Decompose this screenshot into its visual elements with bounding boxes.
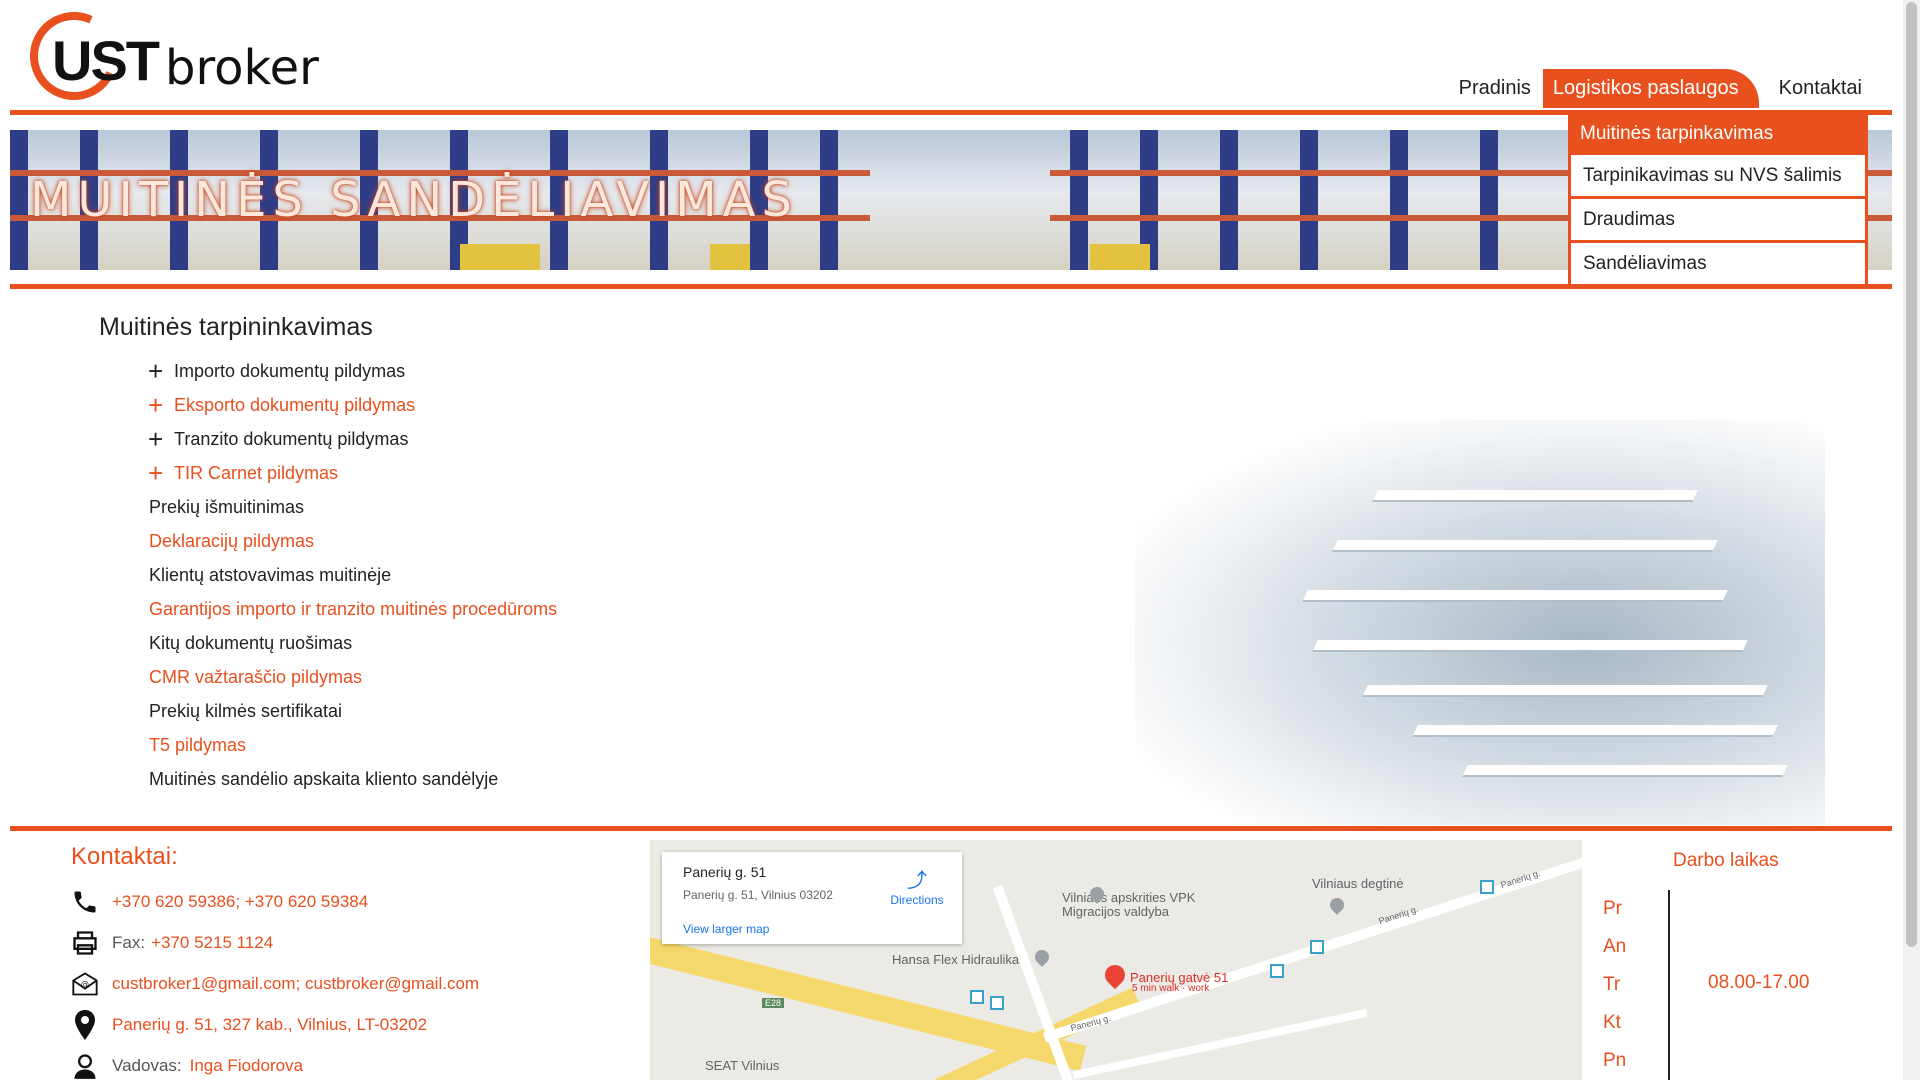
nav-item-kontaktai[interactable]: Kontaktai [1767, 77, 1874, 108]
map-card-address: Panerių g. 51, Vilnius 03202 [683, 888, 833, 902]
logo-text-broker: broker [165, 40, 319, 96]
day-tr: Tr [1603, 974, 1621, 995]
contact-manager[interactable]: Inga Fiodorova [190, 1056, 303, 1076]
dropdown-item-sandeliavimas[interactable]: Sandėliavimas [1568, 243, 1868, 287]
plus-icon: + [148, 424, 164, 454]
contact-manager-row: Vadovas: Inga Fiodorova [70, 1051, 303, 1081]
day-pr: Pr [1603, 898, 1622, 919]
main-nav: Pradinis Logistikos paslaugos Kontaktai [1447, 69, 1874, 108]
hours-title: Darbo laikas [1673, 850, 1779, 871]
contact-emails[interactable]: custbroker1@gmail.com; custbroker@gmail.… [112, 974, 479, 994]
map-label-seat: SEAT Vilnius [705, 1058, 780, 1073]
service-link-sandelio-apskaita[interactable]: Muitinės sandėlio apskaita kliento sandė… [149, 769, 498, 790]
nav-item-pradinis[interactable]: Pradinis [1447, 77, 1543, 108]
map-label-vpk: Vilniaus apskrities VPK [1062, 890, 1196, 905]
map-label-hansa: Hansa Flex Hidraulika [892, 952, 1020, 967]
plus-icon: + [148, 390, 164, 420]
hours-value: 08.00-17.00 [1708, 972, 1810, 993]
map-directions-link[interactable]: ⤴ Directions [887, 864, 947, 907]
map-label-migracija: Migracijos valdyba [1062, 904, 1169, 919]
person-icon [70, 1051, 100, 1081]
map-pin-degtine[interactable] [1327, 895, 1347, 915]
service-link-t5[interactable]: T5 pildymas [149, 735, 246, 756]
day-kt: Kt [1603, 1012, 1621, 1033]
day-an: An [1603, 936, 1627, 957]
papers-illustration [1135, 420, 1825, 825]
page-scrollbar[interactable] [1903, 0, 1920, 1080]
contact-phone-row: +370 620 59386; +370 620 59384 [70, 887, 368, 917]
contacts-title: Kontaktai: [71, 843, 178, 870]
dropdown-item-nvs[interactable]: Tarpinikavimas su NVS šalimis [1568, 155, 1868, 199]
bus-stop-icon[interactable] [990, 996, 1004, 1010]
map-label-walk: 5 min walk · work [1132, 983, 1210, 994]
map-label-degtine: Vilniaus degtinė [1312, 876, 1404, 891]
bus-stop-icon[interactable] [1270, 964, 1284, 978]
contact-address[interactable]: Panerių g. 51, 327 kab., Vilnius, LT-032… [112, 1015, 427, 1035]
svg-text:@: @ [81, 978, 89, 988]
email-icon: @ [70, 969, 100, 999]
service-link-cmr[interactable]: CMR važtaraščio pildymas [149, 667, 362, 688]
plus-icon: + [148, 458, 164, 488]
site-logo[interactable]: UST broker [17, 0, 330, 113]
bus-stop-icon[interactable] [1310, 940, 1324, 954]
service-link-atstovavimas[interactable]: Klientų atstovavimas muitinėje [149, 565, 391, 586]
contact-phones[interactable]: +370 620 59386; +370 620 59384 [112, 892, 368, 912]
service-link-ismuitinimas[interactable]: Prekių išmuitinimas [149, 497, 304, 518]
fax-icon [70, 928, 100, 958]
map-label-e28: E28 [762, 998, 785, 1008]
logo-text-ust: UST [52, 29, 160, 92]
service-link-kilmes[interactable]: Prekių kilmės sertifikatai [149, 701, 342, 722]
service-link-eksporto[interactable]: + Eksporto dokumentų pildymas [148, 390, 415, 420]
service-link-importo[interactable]: + Importo dokumentų pildymas [148, 356, 405, 386]
service-link-deklaraciju[interactable]: Deklaracijų pildymas [149, 531, 314, 552]
service-link-tranzito[interactable]: + Tranzito dokumentų pildymas [148, 424, 408, 454]
bus-stop-icon[interactable] [970, 990, 984, 1004]
map-larger-link[interactable]: View larger map [683, 922, 769, 936]
hours-divider [1668, 890, 1670, 1080]
fax-label: Fax: [112, 933, 146, 952]
dropdown-item-draudimas[interactable]: Draudimas [1568, 199, 1868, 243]
footer-divider [10, 826, 1892, 831]
embedded-map[interactable]: Vilniaus apskrities VPK Migracijos valdy… [650, 840, 1582, 1080]
location-pin-icon [70, 1010, 100, 1040]
scrollbar-thumb[interactable] [1906, 2, 1917, 947]
contact-address-row: Panerių g. 51, 327 kab., Vilnius, LT-032… [70, 1010, 427, 1040]
service-link-garantijos[interactable]: Garantijos importo ir tranzito muitinės … [149, 599, 557, 620]
day-pn: Pn [1603, 1050, 1627, 1071]
contact-fax[interactable]: +370 5215 1124 [151, 933, 273, 953]
manager-label: Vadovas: [112, 1056, 182, 1075]
plus-icon: + [148, 356, 164, 386]
map-info-card: Panerių g. 51 Panerių g. 51, Vilnius 032… [662, 852, 962, 944]
section-title: Muitinės tarpininkavimas [99, 313, 373, 341]
directions-icon: ⤴ [907, 870, 927, 892]
service-link-kitu-dokumentu[interactable]: Kitų dokumentų ruošimas [149, 633, 352, 654]
nav-item-logistikos-paslaugos[interactable]: Logistikos paslaugos [1542, 69, 1759, 108]
phone-icon [70, 887, 100, 917]
working-hours: Darbo laikas Pr An Tr Kt Pn 08.00-17.00 [1580, 840, 1880, 1080]
contact-fax-row: Fax: +370 5215 1124 [70, 928, 273, 958]
banner-title: MUITINĖS SANDĖLIAVIMAS [30, 172, 798, 228]
contact-email-row: @ custbroker1@gmail.com; custbroker@gmai… [70, 969, 479, 999]
map-pin-hansa[interactable] [1032, 947, 1052, 967]
bus-stop-icon[interactable] [1480, 880, 1494, 894]
map-card-title: Panerių g. 51 [683, 864, 767, 880]
map-pin-red-icon[interactable] [1100, 960, 1130, 990]
services-dropdown: Muitinės tarpinkavimas Tarpinikavimas su… [1568, 113, 1868, 287]
dropdown-item-muitines-tarpinkavimas[interactable]: Muitinės tarpinkavimas [1568, 113, 1868, 155]
service-link-tir-carnet[interactable]: + TIR Carnet pildymas [148, 458, 338, 488]
